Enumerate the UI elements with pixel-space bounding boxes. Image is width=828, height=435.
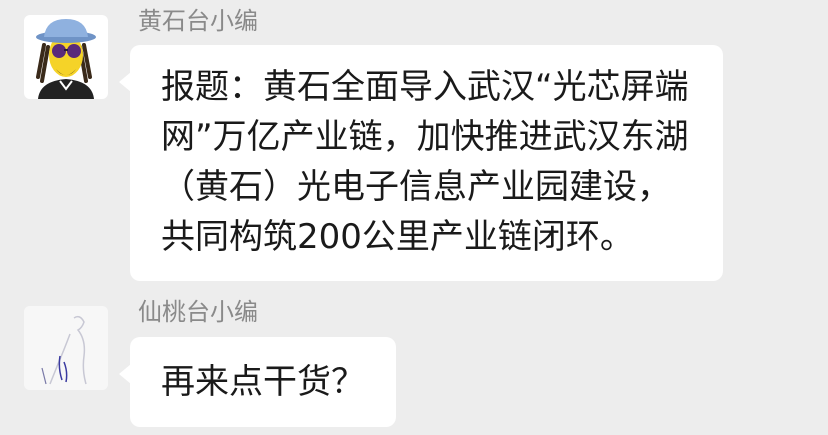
message-text-line: 网”万亿产业链，加快推进武汉东湖 xyxy=(161,117,689,157)
message-text-line: 再来点干货？ xyxy=(161,362,365,402)
message-text-line: （黄石）光电子信息产业园建设， xyxy=(161,167,671,207)
message-text-line: 共同构筑200公里产业链闭环。 xyxy=(161,217,634,257)
sender-name: 黄石台小编 xyxy=(138,7,258,35)
avatar[interactable] xyxy=(24,15,108,99)
sketch-figure-avatar-icon xyxy=(24,306,108,390)
sender-name: 仙桃台小编 xyxy=(138,298,258,326)
cartoon-character-avatar-icon xyxy=(24,15,108,99)
message-text-line: 报题：黄石全面导入武汉“光芯屏端 xyxy=(161,67,689,107)
avatar[interactable] xyxy=(24,306,108,390)
message-bubble[interactable]: 再来点干货？ xyxy=(119,337,396,427)
message-bubble[interactable]: 报题：黄石全面导入武汉“光芯屏端 网”万亿产业链，加快推进武汉东湖 （黄石）光电… xyxy=(119,45,723,281)
